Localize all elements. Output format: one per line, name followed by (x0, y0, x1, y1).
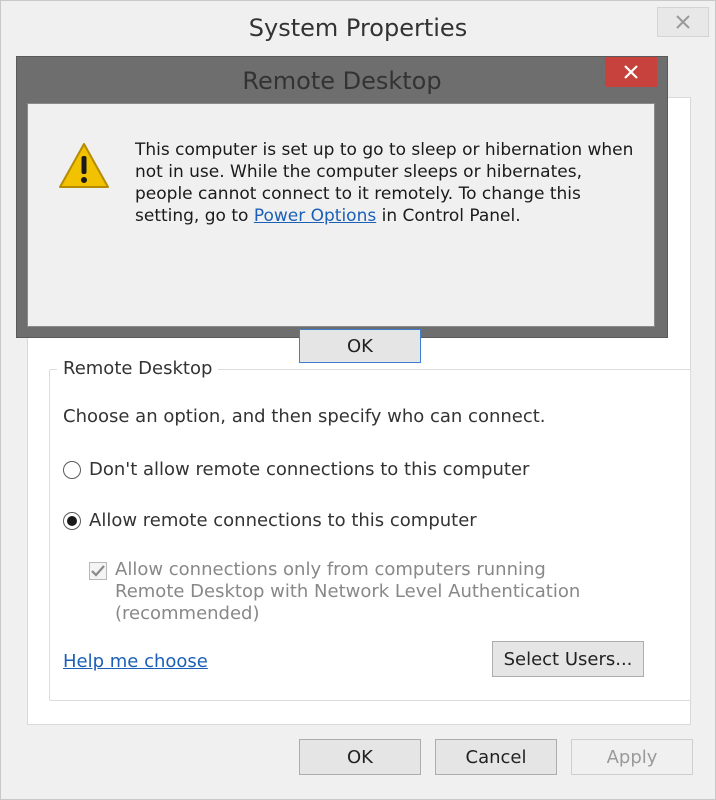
power-options-link[interactable]: Power Options (254, 206, 376, 226)
remote-desktop-instruction: Choose an option, and then specify who c… (63, 406, 546, 427)
remote-desktop-dialog-ok-button[interactable]: OK (299, 329, 421, 363)
message-text-part2: in Control Panel. (376, 206, 521, 226)
remote-desktop-dialog-message: This computer is set up to go to sleep o… (135, 139, 635, 227)
warning-icon (59, 143, 109, 188)
nla-checkbox-label: Allow connections only from computers ru… (115, 559, 581, 624)
radio-dont-allow-label: Don't allow remote connections to this c… (89, 459, 530, 480)
checkmark-icon (91, 565, 105, 577)
close-icon (624, 65, 638, 79)
system-properties-title: System Properties (248, 14, 468, 42)
system-properties-titlebar: System Properties (1, 1, 715, 57)
close-icon (676, 15, 690, 29)
select-users-button[interactable]: Select Users... (492, 641, 644, 677)
nla-checkbox-row[interactable]: Allow connections only from computers ru… (89, 559, 595, 625)
nla-checkbox[interactable] (89, 562, 107, 580)
remote-desktop-dialog-close-button[interactable] (605, 57, 657, 87)
help-me-choose-link[interactable]: Help me choose (63, 651, 208, 672)
remote-desktop-dialog-title: Remote Desktop (242, 67, 442, 95)
radio-button-checked[interactable] (63, 511, 81, 530)
cancel-button[interactable]: Cancel (435, 739, 557, 775)
system-properties-close-button[interactable] (657, 7, 709, 37)
radio-dont-allow[interactable]: Don't allow remote connections to this c… (63, 459, 529, 480)
remote-desktop-dialog: Remote Desktop This computer is set up t… (16, 56, 668, 363)
radio-button-unchecked[interactable] (63, 460, 81, 479)
radio-allow[interactable]: Allow remote connections to this compute… (63, 510, 477, 531)
remote-desktop-group-legend: Remote Desktop (57, 358, 219, 379)
ok-button[interactable]: OK (299, 739, 421, 775)
apply-button[interactable]: Apply (571, 739, 693, 775)
radio-allow-label: Allow remote connections to this compute… (89, 510, 477, 531)
